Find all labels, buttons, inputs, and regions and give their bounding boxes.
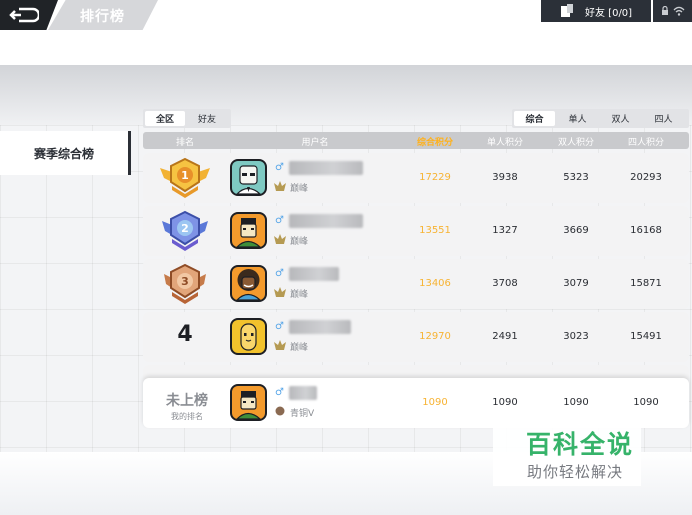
medal-rank-number: 1 xyxy=(181,169,189,182)
my-rank-status: 未上榜 xyxy=(166,393,208,409)
table-row[interactable]: 3 ♂ 巅峰 13406 3708 3079 15871 xyxy=(143,259,689,309)
medal-rank-number: 3 xyxy=(181,275,189,288)
player-avatar-icon xyxy=(236,165,261,194)
tab-overall[interactable]: 综合 xyxy=(514,111,555,126)
silver-medal-icon: 2 xyxy=(162,210,208,251)
season-overall-tab[interactable]: 赛季综合榜 xyxy=(0,131,128,175)
total-score: 12970 xyxy=(419,331,451,342)
back-arrow-icon xyxy=(9,7,39,23)
tier-label: 巅峰 xyxy=(290,343,309,353)
col-total: 综合积分 xyxy=(416,138,454,148)
peak-tier-icon xyxy=(274,287,286,297)
gender-male-icon: ♂ xyxy=(275,215,284,226)
squad-score: 15871 xyxy=(630,278,662,289)
solo-score: 3708 xyxy=(492,278,518,289)
lock-icon xyxy=(661,6,668,15)
gender-male-icon: ♂ xyxy=(275,162,284,173)
page-title: 排行榜 xyxy=(80,9,125,25)
duo-score: 3079 xyxy=(563,278,589,289)
col-username: 用户名 xyxy=(301,138,329,148)
table-row xyxy=(143,365,689,379)
peak-tier-icon xyxy=(274,340,286,350)
tier-label: 巅峰 xyxy=(290,237,309,247)
player-avatar-icon xyxy=(240,323,257,351)
friends-count-label: 好友 [0/0] xyxy=(585,8,633,19)
tab-friends[interactable]: 好友 xyxy=(187,111,227,126)
tab-duo[interactable]: 双人 xyxy=(600,111,641,126)
gender-male-icon: ♂ xyxy=(275,387,284,398)
solo-score: 2491 xyxy=(492,331,518,342)
peak-tier-icon xyxy=(274,234,286,244)
wifi-icon xyxy=(673,6,684,16)
status-indicators xyxy=(653,0,692,22)
username-censored xyxy=(289,161,363,175)
avatar[interactable] xyxy=(230,318,267,355)
total-score: 1090 xyxy=(422,397,448,408)
player-avatar-icon xyxy=(236,269,261,300)
scope-tabs: 全区 好友 xyxy=(143,109,231,128)
rank-number: 4 xyxy=(177,322,193,347)
duo-score: 5323 xyxy=(563,172,589,183)
season-tab-indicator xyxy=(128,131,131,175)
tab-all-region[interactable]: 全区 xyxy=(145,111,185,126)
username-censored xyxy=(289,214,363,228)
bronze-medal-icon: 3 xyxy=(164,263,206,304)
solo-score: 1327 xyxy=(492,225,518,236)
table-row[interactable]: 4 ♂ 巅峰 12970 2491 3023 15491 xyxy=(143,312,689,362)
username-censored xyxy=(289,267,339,281)
squad-score: 20293 xyxy=(630,172,662,183)
table-row[interactable]: 2 ♂ 巅峰 13551 1327 3669 16168 xyxy=(143,206,689,256)
avatar[interactable] xyxy=(230,384,267,421)
col-solo: 单人积分 xyxy=(486,138,524,148)
friends-button[interactable]: 好友 [0/0] xyxy=(541,0,651,22)
duo-score: 3023 xyxy=(563,331,589,342)
username-censored xyxy=(289,320,351,334)
col-duo: 双人积分 xyxy=(557,138,595,148)
table-row[interactable]: 1 ♂ 巅峰 17229 3938 5323 20293 xyxy=(143,153,689,203)
bronze-tier-icon xyxy=(275,406,285,416)
col-squad: 四人积分 xyxy=(627,138,665,148)
my-rank-label: 我的排名 xyxy=(171,412,203,421)
watermark-subtitle: 助你轻松解决 xyxy=(526,463,623,481)
watermark-title: 百科全说 xyxy=(525,430,634,459)
avatar[interactable] xyxy=(230,212,267,249)
gender-male-icon: ♂ xyxy=(275,321,284,332)
avatar[interactable] xyxy=(230,159,267,196)
peak-tier-icon xyxy=(274,181,286,191)
total-score: 17229 xyxy=(419,172,451,183)
player-avatar-icon xyxy=(236,391,261,419)
page-title-tab: 排行榜 xyxy=(48,0,158,30)
total-score: 13551 xyxy=(419,225,451,236)
squad-score: 16168 xyxy=(630,225,662,236)
gender-male-icon: ♂ xyxy=(275,268,284,279)
duo-score: 3669 xyxy=(563,225,589,236)
username-censored xyxy=(289,386,317,400)
solo-score: 3938 xyxy=(492,172,518,183)
mode-tabs: 综合 单人 双人 四人 xyxy=(512,109,689,128)
tier-label: 巅峰 xyxy=(290,290,309,300)
player-avatar-icon xyxy=(236,218,261,247)
avatar[interactable] xyxy=(230,265,267,302)
total-score: 13406 xyxy=(419,278,451,289)
medal-rank-number: 2 xyxy=(181,222,189,235)
tier-label: 青铜V xyxy=(290,409,315,419)
season-overall-label: 赛季综合榜 xyxy=(33,146,94,161)
squad-score: 15491 xyxy=(630,331,662,342)
table-header: 排名 用户名 综合积分 单人积分 双人积分 四人积分 xyxy=(143,132,689,149)
friends-icon xyxy=(561,4,573,17)
col-rank: 排名 xyxy=(175,138,195,148)
gold-medal-icon: 1 xyxy=(160,157,210,198)
tab-solo[interactable]: 单人 xyxy=(557,111,598,126)
tier-label: 巅峰 xyxy=(290,184,309,194)
tab-squad[interactable]: 四人 xyxy=(643,111,684,126)
